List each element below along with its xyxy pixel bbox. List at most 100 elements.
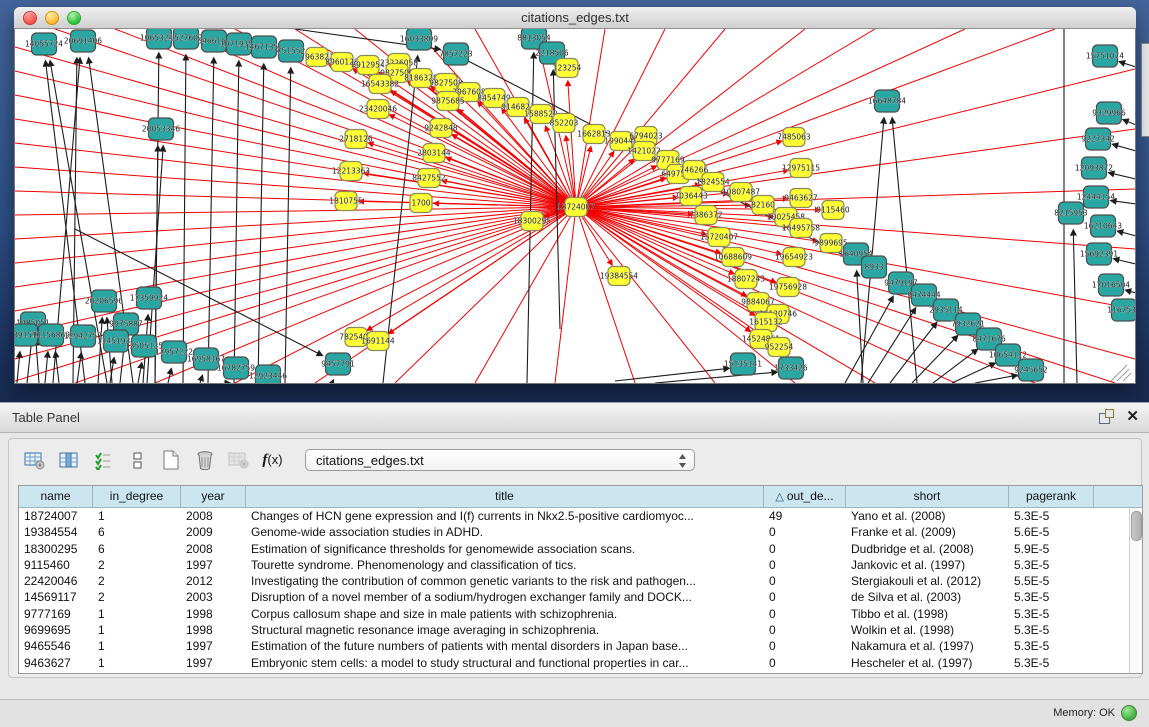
table-row[interactable]: 969969511998Structural magnetic resonanc… xyxy=(19,622,1130,638)
table-cell: Structural magnetic resonance image aver… xyxy=(246,622,764,638)
svg-text:7485063: 7485063 xyxy=(777,133,811,142)
table-row[interactable]: 2242004622012Investigating the contribut… xyxy=(19,573,1130,589)
graph-node[interactable]: 7857223 xyxy=(439,43,473,65)
table-cell: 9115460 xyxy=(19,557,93,573)
float-panel-icon[interactable] xyxy=(1099,409,1114,424)
node-table: namein_degreeyeartitle△out_de...shortpag… xyxy=(18,485,1143,674)
network-canvas[interactable]: 1405572420691406106532471527602646616010… xyxy=(15,29,1135,383)
svg-text:1421022: 1421022 xyxy=(627,147,661,156)
table-cell: 2008 xyxy=(181,508,246,524)
table-row[interactable]: 911546021997Tourette syndrome. Phenomeno… xyxy=(19,557,1130,573)
column-header-title[interactable]: title xyxy=(246,486,764,507)
table-cell: 0 xyxy=(764,606,846,622)
table-panel-body: f(x) citations_edges.txt namein_degreeyea… xyxy=(8,438,1142,678)
svg-text:1691144: 1691144 xyxy=(361,337,395,346)
table-cell: 19384554 xyxy=(19,524,93,540)
svg-text:9777169: 9777169 xyxy=(651,156,685,165)
svg-text:9463627: 9463627 xyxy=(784,194,818,203)
column-header-pagerank[interactable]: pagerank xyxy=(1009,486,1094,507)
table-cell: 5.3E-5 xyxy=(1009,622,1094,638)
table-row[interactable]: 1456911722003Disruption of a novel membe… xyxy=(19,589,1130,605)
memory-status-label: Memory: OK xyxy=(1053,707,1115,719)
graph-node[interactable]: 8933 xyxy=(862,256,887,278)
table-row[interactable]: 1938455462009Genome-wide association stu… xyxy=(19,524,1130,540)
svg-text:8471676: 8471676 xyxy=(972,335,1006,344)
table-row[interactable]: 1872400712008Changes of HCN gene express… xyxy=(19,508,1130,524)
zoom-window-button[interactable] xyxy=(67,11,81,25)
merge-columns-icon[interactable] xyxy=(123,448,150,472)
table-cell: 0 xyxy=(764,655,846,671)
svg-text:852203: 852203 xyxy=(550,119,579,128)
status-bar: Memory: OK xyxy=(0,699,1149,727)
svg-text:16958167: 16958167 xyxy=(187,355,225,364)
graph-node[interactable]: 1167533 xyxy=(1107,299,1135,321)
column-header-year[interactable]: year xyxy=(181,486,246,507)
svg-text:7932621: 7932621 xyxy=(951,320,985,329)
svg-text:17016504: 17016504 xyxy=(1092,281,1130,290)
column-checklist-icon[interactable] xyxy=(89,448,116,472)
table-settings-icon[interactable] xyxy=(21,448,48,472)
delete-table-disabled-icon[interactable] xyxy=(225,448,252,472)
table-toolbar: f(x) citations_edges.txt xyxy=(21,447,695,473)
close-window-button[interactable] xyxy=(23,11,37,25)
table-selector-dropdown[interactable]: citations_edges.txt xyxy=(305,449,695,471)
column-header-short[interactable]: short xyxy=(846,486,1009,507)
table-row[interactable]: 946554611997Estimation of the future num… xyxy=(19,638,1130,654)
column-header-in_degree[interactable]: in_degree xyxy=(93,486,181,507)
table-cell: 5.3E-5 xyxy=(1009,655,1094,671)
table-row[interactable]: 977716911998Corpus callosum shape and si… xyxy=(19,606,1130,622)
graph-node[interactable]: 9227342 xyxy=(1081,128,1115,150)
table-scrollbar[interactable] xyxy=(1129,508,1142,673)
svg-text:9457791: 9457791 xyxy=(321,360,355,369)
graph-window-title: citations_edges.txt xyxy=(14,7,1136,28)
svg-text:12213363: 12213363 xyxy=(332,167,370,176)
graph-node[interactable]: 9245652 xyxy=(1014,359,1048,381)
svg-text:12923446: 12923446 xyxy=(249,372,287,381)
table-cell: 0 xyxy=(764,524,846,540)
table-cell: Investigating the contribution of common… xyxy=(246,573,764,589)
close-panel-icon[interactable]: ✕ xyxy=(1126,409,1139,424)
table-cell: 0 xyxy=(764,541,846,557)
graph-node[interactable]: 852203 xyxy=(550,114,579,133)
table-row[interactable]: 946362711997Embryonic stem cells: a mode… xyxy=(19,655,1130,671)
graph-node[interactable]: 9457791 xyxy=(321,353,355,375)
function-builder-icon[interactable]: f(x) xyxy=(259,448,286,472)
table-cell: 1998 xyxy=(181,606,246,622)
graph-node[interactable]: 8215953 xyxy=(1054,202,1088,224)
column-header-out_de[interactable]: △out_de... xyxy=(764,486,846,507)
table-row[interactable]: 1830029562008Estimation of significance … xyxy=(19,541,1130,557)
table-cell: 14569117 xyxy=(19,589,93,605)
table-cell: Embryonic stem cells: a model to study s… xyxy=(246,655,764,671)
svg-text:12444154: 12444154 xyxy=(1077,193,1115,202)
svg-text:9242848: 9242848 xyxy=(424,124,458,133)
svg-text:6794023: 6794023 xyxy=(629,132,663,141)
svg-text:9115460: 9115460 xyxy=(816,206,850,215)
table-cell: Corpus callosum shape and size in male p… xyxy=(246,606,764,622)
column-visibility-icon[interactable] xyxy=(55,448,82,472)
table-cell: 1997 xyxy=(181,655,246,671)
table-cell: Stergiakouli et al. (2012) xyxy=(846,573,1009,589)
svg-text:2803144: 2803144 xyxy=(417,149,451,158)
graph-window-titlebar[interactable]: citations_edges.txt xyxy=(14,7,1136,29)
table-scrollbar-thumb[interactable] xyxy=(1131,511,1142,541)
svg-text:20053346: 20053346 xyxy=(142,125,180,134)
minimize-window-button[interactable] xyxy=(45,11,59,25)
svg-text:1810755: 1810755 xyxy=(329,197,363,206)
svg-text:20691406: 20691406 xyxy=(64,37,102,46)
background-panel-sliver xyxy=(1141,43,1149,137)
table-cell: 6 xyxy=(93,524,181,540)
table-panel-header: Table Panel ✕ xyxy=(0,402,1149,433)
graph-node[interactable]: 123254 xyxy=(553,59,582,78)
table-cell: 1 xyxy=(93,655,181,671)
new-column-icon[interactable] xyxy=(157,448,184,472)
svg-text:19756928: 19756928 xyxy=(769,283,807,292)
graph-node[interactable]: 952254 xyxy=(765,338,794,357)
graph-node[interactable]: 9329966 xyxy=(1092,102,1126,124)
delete-column-icon[interactable] xyxy=(191,448,218,472)
graph-node[interactable]: 1700 xyxy=(410,194,432,213)
svg-text:10688609: 10688609 xyxy=(714,253,752,262)
table-cell: 9463627 xyxy=(19,655,93,671)
graph-node[interactable]: 1733426 xyxy=(774,357,808,379)
svg-text:8933: 8933 xyxy=(864,263,883,272)
column-header-name[interactable]: name xyxy=(19,486,93,507)
